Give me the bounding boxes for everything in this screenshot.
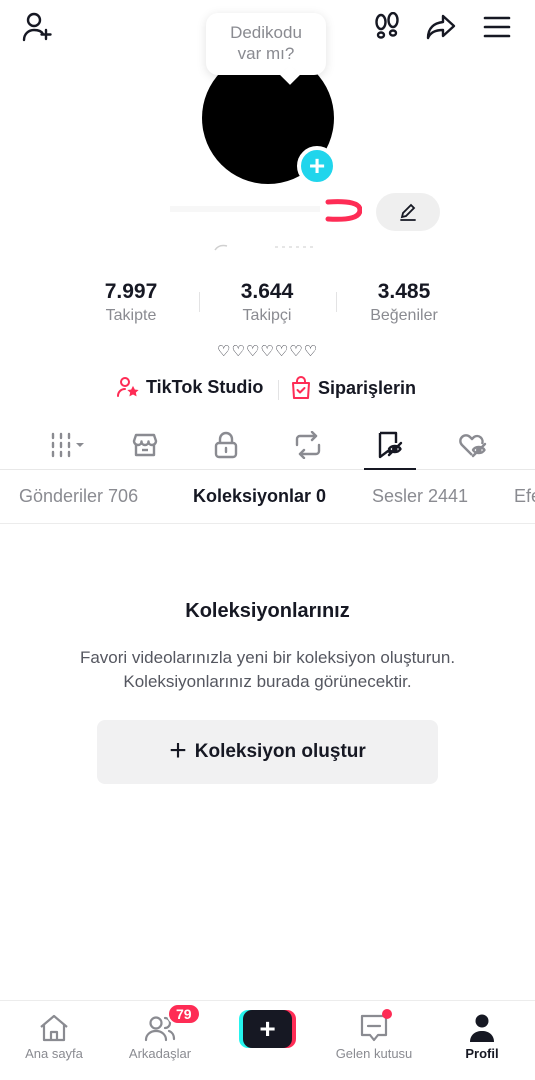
home-icon — [40, 1014, 68, 1042]
handle-obscured — [214, 244, 315, 251]
profile-stats: 7.997 Takipte 3.644 Takipçi 3.485 Beğeni… — [0, 280, 535, 330]
lock-icon — [214, 431, 238, 459]
add-avatar-icon[interactable]: + — [297, 146, 337, 186]
stat-followers-value: 3.644 — [240, 280, 294, 303]
stat-likes[interactable]: 3.485 Beğeniler — [339, 280, 469, 325]
stat-likes-value: 3.485 — [377, 280, 431, 303]
plus-icon: + — [169, 733, 187, 767]
stat-followers[interactable]: 3.644 Takipçi — [202, 280, 332, 325]
empty-state-title: Koleksiyonlarınız — [185, 600, 350, 622]
profile-icon-tabs — [0, 420, 535, 470]
nav-profile[interactable]: Profil — [437, 1009, 527, 1061]
bottom-navigation: Ana sayfa 79 Arkadaşlar + Gelen kutusu P… — [0, 1000, 535, 1080]
create-collection-label: Koleksiyon oluştur — [194, 741, 366, 762]
footprints-icon[interactable] — [370, 10, 404, 44]
username-redacted-mark — [325, 199, 362, 222]
orders-link[interactable]: Siparişlerin — [290, 376, 416, 400]
nav-profile-label: Profil — [465, 1046, 499, 1061]
profile-links: TikTok Studio Siparişlerin — [0, 376, 535, 404]
tab-shop[interactable] — [117, 424, 173, 466]
stat-following-label: Takipte — [105, 307, 157, 324]
tiktok-studio-label: TikTok Studio — [146, 376, 264, 397]
content-tabs: Gönderiler 706 Koleksiyonlar 0 Sesler 24… — [0, 472, 535, 524]
stat-followers-label: Takipçi — [242, 307, 292, 324]
divider — [336, 292, 337, 312]
edit-profile-button[interactable] — [376, 193, 440, 231]
bookmark-hidden-icon — [378, 431, 403, 459]
tab-reposts[interactable] — [280, 424, 336, 466]
create-collection-button[interactable]: + Koleksiyon oluştur — [97, 720, 438, 784]
note-bubble-text: Dedikodu var mı? — [230, 23, 302, 63]
friends-badge: 79 — [167, 1003, 201, 1025]
divider — [278, 380, 279, 400]
stat-following-value: 7.997 — [104, 280, 158, 303]
menu-icon[interactable] — [480, 10, 514, 44]
nav-inbox[interactable]: Gelen kutusu — [329, 1009, 419, 1061]
stat-likes-label: Beğeniler — [370, 307, 438, 324]
inbox-notification-dot — [382, 1009, 392, 1019]
username-row — [0, 192, 535, 232]
tab-effects[interactable]: Efe — [514, 486, 535, 507]
nav-friends[interactable]: 79 Arkadaşlar — [115, 1003, 205, 1061]
studio-person-star-icon — [117, 377, 139, 397]
repost-icon — [295, 431, 321, 459]
create-post-button[interactable]: + — [239, 1010, 296, 1048]
tab-liked[interactable] — [445, 424, 501, 466]
create-plus-icon: + — [243, 1010, 292, 1048]
heart-hidden-icon — [459, 434, 487, 458]
tab-sounds[interactable]: Sesler 2441 — [372, 486, 468, 507]
username-obscured — [170, 206, 320, 212]
orders-label: Siparişlerin — [318, 377, 417, 398]
shopping-bag-icon — [292, 376, 310, 399]
profile-icon — [470, 1014, 494, 1042]
tab-grid-videos[interactable] — [40, 424, 96, 466]
nav-home-label: Ana sayfa — [25, 1046, 83, 1061]
tab-favorites[interactable] — [362, 424, 418, 470]
note-bubble[interactable]: Dedikodu var mı? — [206, 13, 326, 75]
stat-following[interactable]: 7.997 Takipte — [66, 280, 196, 325]
add-friend-icon[interactable] — [20, 10, 54, 44]
nav-home[interactable]: Ana sayfa — [9, 1009, 99, 1061]
storefront-icon — [132, 433, 158, 457]
grid-bars-dropdown-icon — [51, 432, 84, 458]
tab-collections[interactable]: Koleksiyonlar 0 — [193, 486, 326, 507]
nav-inbox-label: Gelen kutusu — [335, 1046, 413, 1061]
tiktok-studio-link[interactable]: TikTok Studio — [116, 376, 263, 398]
tab-private[interactable] — [198, 424, 254, 466]
divider — [199, 292, 200, 312]
pencil-icon — [400, 203, 416, 221]
share-icon[interactable] — [424, 10, 458, 44]
bio-text: ♡♡♡♡♡♡♡ — [216, 343, 319, 360]
empty-state-description: Favori videolarınızla yeni bir koleksiyo… — [79, 648, 456, 691]
nav-friends-label: Arkadaşlar — [128, 1046, 192, 1061]
tab-posts[interactable]: Gönderiler 706 — [19, 486, 138, 507]
